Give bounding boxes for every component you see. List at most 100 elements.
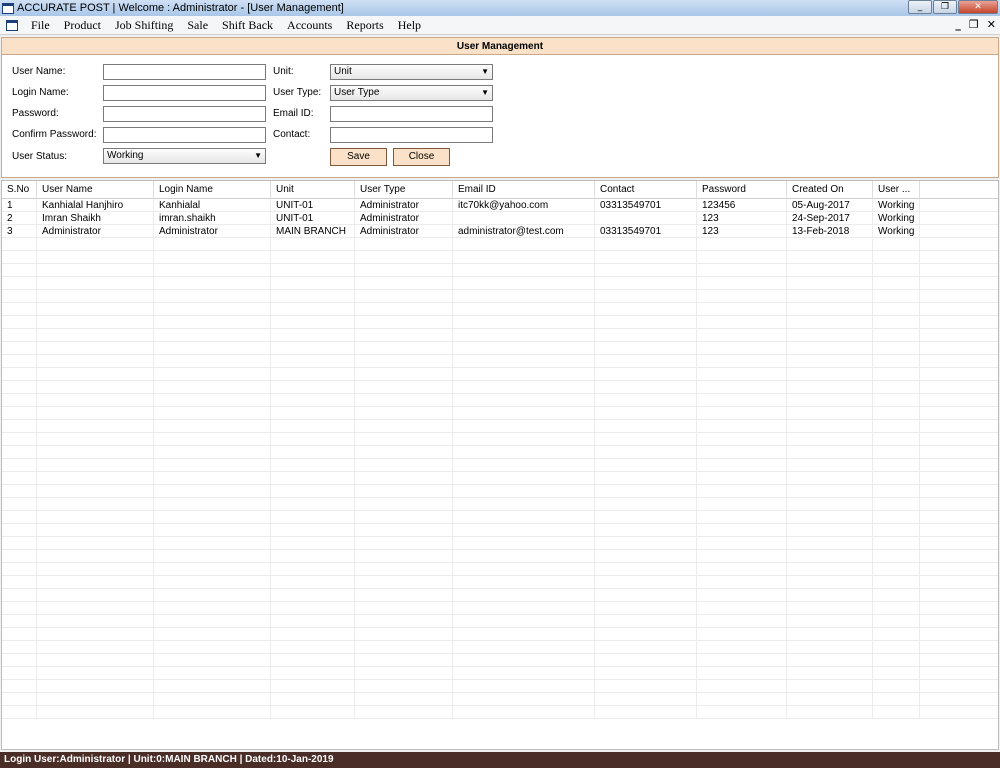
cell-user-type bbox=[355, 420, 453, 433]
cell-login-name bbox=[154, 472, 271, 485]
empty-row bbox=[2, 680, 998, 693]
cell-user-name bbox=[37, 641, 154, 654]
cell-user-status bbox=[873, 615, 920, 628]
title-bar: ACCURATE POST | Welcome : Administrator … bbox=[0, 0, 1000, 16]
user-type-select[interactable]: User Type ▼ bbox=[330, 85, 493, 101]
cell-login-name bbox=[154, 524, 271, 537]
cell-contact bbox=[595, 563, 697, 576]
email-input[interactable] bbox=[330, 106, 493, 122]
cell-user-name: Kanhialal Hanjhiro bbox=[37, 199, 154, 212]
cell-created-on bbox=[787, 290, 873, 303]
cell-created-on: 24-Sep-2017 bbox=[787, 212, 873, 225]
cell-sno bbox=[2, 394, 37, 407]
menu-accounts[interactable]: Accounts bbox=[280, 18, 339, 33]
menu-reports[interactable]: Reports bbox=[339, 18, 390, 33]
column-header-user-type[interactable]: User Type bbox=[355, 181, 453, 199]
cell-user-type bbox=[355, 654, 453, 667]
cell-login-name bbox=[154, 446, 271, 459]
cell-email-id bbox=[453, 420, 595, 433]
menu-sale[interactable]: Sale bbox=[180, 18, 215, 33]
user-status-select[interactable]: Working ▼ bbox=[103, 148, 266, 164]
menu-job-shifting[interactable]: Job Shifting bbox=[108, 18, 180, 33]
menu-help[interactable]: Help bbox=[391, 18, 428, 33]
cell-user-status bbox=[873, 485, 920, 498]
mdi-minimize-button[interactable]: _ bbox=[955, 18, 961, 31]
cell-password bbox=[697, 667, 787, 680]
mdi-close-button[interactable]: ✕ bbox=[987, 18, 996, 31]
cell-contact bbox=[595, 381, 697, 394]
cell-email-id bbox=[453, 511, 595, 524]
empty-row bbox=[2, 485, 998, 498]
cell-user-name bbox=[37, 563, 154, 576]
mdi-restore-button[interactable]: ❐ bbox=[969, 18, 979, 31]
empty-row bbox=[2, 602, 998, 615]
cell-email-id bbox=[453, 407, 595, 420]
column-header-contact[interactable]: Contact bbox=[595, 181, 697, 199]
cell-created-on bbox=[787, 628, 873, 641]
cell-email-id bbox=[453, 680, 595, 693]
cell-login-name bbox=[154, 303, 271, 316]
cell-sno bbox=[2, 368, 37, 381]
cell-login-name bbox=[154, 706, 271, 719]
column-header-unit[interactable]: Unit bbox=[271, 181, 355, 199]
document-icon[interactable] bbox=[6, 19, 18, 31]
contact-input[interactable] bbox=[330, 127, 493, 143]
empty-row bbox=[2, 563, 998, 576]
cell-user-name bbox=[37, 368, 154, 381]
cell-user-status bbox=[873, 706, 920, 719]
cell-user-name bbox=[37, 706, 154, 719]
cell-created-on bbox=[787, 706, 873, 719]
cell-login-name bbox=[154, 576, 271, 589]
column-header-email-id[interactable]: Email ID bbox=[453, 181, 595, 199]
password-input[interactable] bbox=[103, 106, 266, 122]
close-button[interactable]: Close bbox=[393, 148, 450, 166]
cell-email-id bbox=[453, 706, 595, 719]
cell-user-type bbox=[355, 251, 453, 264]
cell-unit bbox=[271, 290, 355, 303]
minimize-button[interactable]: _ bbox=[908, 0, 932, 14]
cell-user-type bbox=[355, 615, 453, 628]
column-header-created-on[interactable]: Created On bbox=[787, 181, 873, 199]
unit-label: Unit: bbox=[273, 66, 294, 77]
login-name-input[interactable] bbox=[103, 85, 266, 101]
cell-user-status bbox=[873, 563, 920, 576]
menu-product[interactable]: Product bbox=[57, 18, 108, 33]
empty-row bbox=[2, 433, 998, 446]
table-row[interactable]: 2 Imran Shaikh imran.shaikh UNIT-01 Administ… bbox=[2, 212, 998, 225]
cell-email-id bbox=[453, 212, 595, 225]
cell-email-id bbox=[453, 550, 595, 563]
unit-select[interactable]: Unit ▼ bbox=[330, 64, 493, 80]
table-row[interactable]: 3 Administrator Administrator MAIN BRANCH Ad… bbox=[2, 225, 998, 238]
cell-unit bbox=[271, 303, 355, 316]
menu-shift-back[interactable]: Shift Back bbox=[215, 18, 280, 33]
cell-user-name bbox=[37, 394, 154, 407]
table-row[interactable]: 1 Kanhialal Hanjhiro Kanhialal UNIT-01 Admin… bbox=[2, 199, 998, 212]
cell-user-status bbox=[873, 641, 920, 654]
confirm-password-input[interactable] bbox=[103, 127, 266, 143]
cell-sno bbox=[2, 667, 37, 680]
column-header-sno[interactable]: S.No bbox=[2, 181, 37, 199]
cell-user-name bbox=[37, 498, 154, 511]
column-header-password[interactable]: Password bbox=[697, 181, 787, 199]
save-button[interactable]: Save bbox=[330, 148, 387, 166]
column-header-user-status[interactable]: User ... bbox=[873, 181, 920, 199]
cell-password bbox=[697, 550, 787, 563]
cell-user-name bbox=[37, 381, 154, 394]
cell-contact bbox=[595, 446, 697, 459]
column-header-login-name[interactable]: Login Name bbox=[154, 181, 271, 199]
cell-user-name bbox=[37, 407, 154, 420]
cell-unit bbox=[271, 433, 355, 446]
close-window-button[interactable]: ✕ bbox=[958, 0, 998, 14]
column-header-user-name[interactable]: User Name bbox=[37, 181, 154, 199]
cell-user-status bbox=[873, 589, 920, 602]
restore-button[interactable]: ❐ bbox=[933, 0, 957, 14]
user-name-label: User Name: bbox=[12, 66, 66, 77]
cell-email-id bbox=[453, 355, 595, 368]
status-bar: Login User:Administrator | Unit:0:MAIN B… bbox=[0, 752, 1000, 768]
cell-user-name bbox=[37, 602, 154, 615]
cell-user-name bbox=[37, 329, 154, 342]
menu-file[interactable]: File bbox=[24, 18, 57, 33]
cell-password bbox=[697, 576, 787, 589]
user-name-input[interactable] bbox=[103, 64, 266, 80]
cell-login-name bbox=[154, 290, 271, 303]
